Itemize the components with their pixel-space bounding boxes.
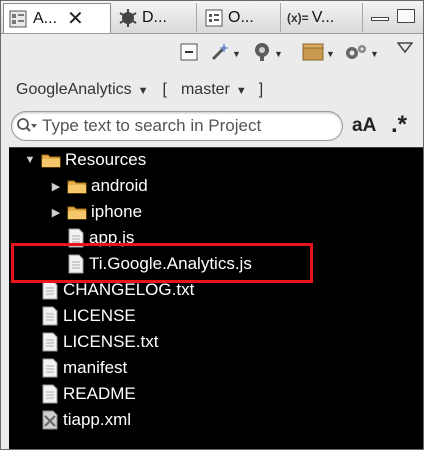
expand-arrow-open-icon[interactable]: ▼ bbox=[23, 154, 37, 166]
tree-item-label: README bbox=[63, 384, 136, 403]
branch-name: master bbox=[180, 81, 230, 98]
project-file-tree: ▼ Resources ▶ android ▶ iphone app.js Ti.Google… bbox=[9, 147, 423, 449]
settings-button[interactable]: ▼ bbox=[343, 42, 379, 66]
tree-file-item[interactable]: Ti.Google.Analytics.js bbox=[49, 252, 252, 276]
file-icon bbox=[41, 332, 59, 352]
tree-folder-item[interactable]: ▼ Resources bbox=[23, 148, 147, 172]
search-icon[interactable] bbox=[16, 117, 38, 135]
chevron-down-icon: ▼ bbox=[137, 85, 149, 97]
view-tab-bar: A... ✕ D... O... (x)= V... bbox=[1, 1, 423, 34]
tree-item-label: Resources bbox=[65, 150, 147, 169]
outline-icon bbox=[203, 7, 225, 29]
folder-icon bbox=[67, 204, 87, 220]
expand-arrow-closed-icon[interactable]: ▶ bbox=[49, 206, 63, 219]
tree-folder-item[interactable]: ▶ iphone bbox=[49, 200, 142, 224]
view-menu-icon bbox=[396, 41, 414, 59]
tree-folder-item[interactable]: ▶ android bbox=[49, 174, 148, 198]
xml-file-icon bbox=[41, 410, 59, 430]
chevron-down-icon[interactable]: ▼ bbox=[326, 49, 335, 59]
file-icon bbox=[41, 384, 59, 404]
regex-toggle[interactable]: .* bbox=[391, 111, 407, 139]
view-menu-button[interactable] bbox=[396, 38, 414, 62]
tab-outline[interactable]: O... bbox=[199, 3, 281, 32]
tab-label: O... bbox=[228, 8, 254, 26]
branch-bracket: [ bbox=[162, 81, 167, 98]
chevron-down-icon[interactable]: ▼ bbox=[232, 49, 241, 59]
tree-item-label: LICENSE.txt bbox=[63, 332, 159, 351]
new-wizard-icon bbox=[209, 41, 231, 68]
tree-item-label: Ti.Google.Analytics.js bbox=[89, 254, 252, 273]
package-icon bbox=[301, 41, 325, 68]
run-icon bbox=[251, 41, 273, 68]
tree-file-item[interactable]: LICENSE bbox=[23, 304, 136, 328]
tree-item-label: manifest bbox=[63, 358, 128, 377]
settings-gear-icon bbox=[343, 42, 369, 67]
folder-icon bbox=[67, 178, 87, 194]
maximize-icon[interactable] bbox=[397, 9, 415, 23]
tree-file-item[interactable]: LICENSE.txt bbox=[23, 330, 158, 354]
chevron-down-icon[interactable]: ▼ bbox=[274, 49, 283, 59]
file-icon bbox=[67, 228, 85, 248]
collapse-all-button[interactable] bbox=[179, 42, 199, 66]
project-name-dropdown[interactable]: GoogleAnalytics ▼ bbox=[16, 81, 155, 99]
tree-item-label: tiapp.xml bbox=[63, 410, 132, 429]
tree-file-item[interactable]: app.js bbox=[49, 226, 134, 250]
tab-label: D... bbox=[142, 8, 167, 26]
folder-open-icon bbox=[41, 152, 61, 168]
tree-item-label: iphone bbox=[91, 202, 143, 221]
package-button[interactable]: ▼ bbox=[301, 42, 335, 66]
file-icon bbox=[67, 254, 85, 274]
tree-item-label: LICENSE bbox=[63, 306, 136, 325]
minimize-icon[interactable] bbox=[371, 17, 389, 21]
collapse-all-icon bbox=[179, 42, 199, 67]
project-name: GoogleAnalytics bbox=[16, 81, 132, 98]
tab-label: A... bbox=[33, 9, 58, 27]
view-toolbar: ▼ ▼ ▼ ▼ bbox=[1, 34, 423, 74]
tree-item-label: CHANGELOG.txt bbox=[63, 280, 195, 299]
tree-file-item[interactable]: CHANGELOG.txt bbox=[23, 278, 194, 302]
window-controls bbox=[363, 3, 423, 32]
tab-label: V... bbox=[311, 8, 335, 26]
file-icon bbox=[41, 358, 59, 378]
app-explorer-icon bbox=[8, 8, 30, 30]
file-icon bbox=[41, 306, 59, 326]
case-sensitive-toggle[interactable]: aA bbox=[352, 115, 376, 137]
debug-icon bbox=[117, 7, 139, 29]
branch-dropdown[interactable]: master ▼ bbox=[181, 81, 253, 99]
search-input[interactable] bbox=[42, 116, 322, 136]
tree-item-label: app.js bbox=[89, 228, 135, 247]
expand-arrow-closed-icon[interactable]: ▶ bbox=[49, 180, 63, 193]
variables-icon: (x)= bbox=[287, 10, 309, 25]
new-wizard-button[interactable]: ▼ bbox=[209, 42, 241, 66]
project-search-box[interactable] bbox=[11, 111, 343, 141]
app-explorer-panel: A... ✕ D... O... (x)= V... ▼ ▼ ▼ ▼ Googl… bbox=[0, 0, 424, 450]
tab-app-explorer[interactable]: A... ✕ bbox=[3, 3, 111, 33]
tree-file-item[interactable]: tiapp.xml bbox=[23, 408, 131, 432]
close-icon[interactable]: ✕ bbox=[67, 6, 84, 31]
tab-debug[interactable]: D... bbox=[113, 3, 197, 32]
file-icon bbox=[41, 280, 59, 300]
branch-bracket-close: ] bbox=[258, 81, 264, 98]
tree-file-item[interactable]: manifest bbox=[23, 356, 127, 380]
chevron-down-icon: ▼ bbox=[235, 85, 247, 97]
chevron-down-icon[interactable]: ▼ bbox=[370, 49, 379, 59]
tree-item-label: android bbox=[91, 176, 148, 195]
tree-file-item[interactable]: README bbox=[23, 382, 136, 406]
project-selector: GoogleAnalytics ▼ [ master ▼ ] bbox=[16, 81, 269, 99]
run-button[interactable]: ▼ bbox=[251, 42, 283, 66]
tab-variables[interactable]: (x)= V... bbox=[283, 3, 363, 32]
